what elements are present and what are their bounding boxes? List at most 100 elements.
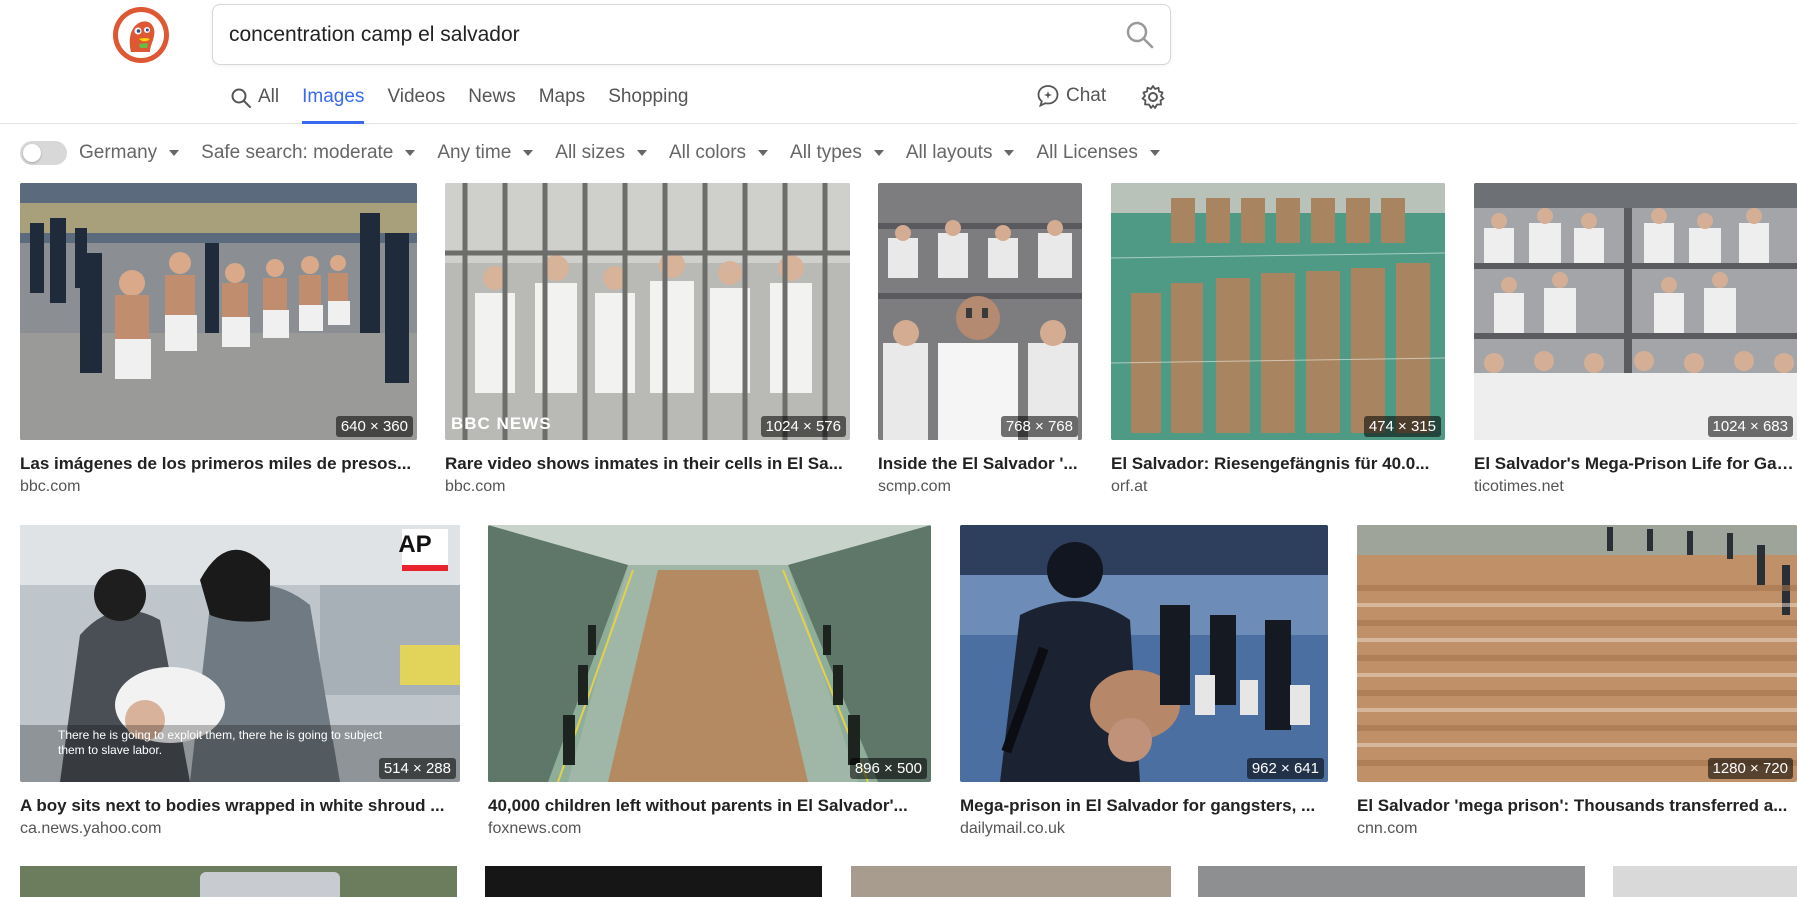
region-toggle[interactable] [20, 141, 67, 165]
chat-button[interactable]: Chat [1036, 84, 1106, 108]
tab-label: All [258, 86, 280, 107]
filter-bar: Germany Safe search: moderate Any time A… [0, 124, 1797, 182]
image-dimensions: 1024 × 576 [760, 416, 846, 437]
result-source[interactable]: dailymail.co.uk [960, 820, 1328, 838]
chevron-down-icon [405, 150, 416, 156]
result-source[interactable]: scmp.com [878, 478, 1082, 496]
result-title[interactable]: El Salvador: Riesengefängnis für 40.0... [1111, 454, 1445, 474]
duckduckgo-logo[interactable] [112, 6, 170, 64]
result-thumbnail[interactable] [1613, 866, 1797, 897]
filter-label: Safe search: moderate [201, 142, 394, 163]
chevron-down-icon [1004, 150, 1015, 156]
result-source[interactable]: bbc.com [20, 478, 417, 496]
image-result[interactable]: 640 × 360 Las imágenes de los primeros m… [20, 183, 417, 496]
color-filter[interactable]: All colors [668, 142, 769, 164]
size-filter[interactable]: All sizes [555, 142, 647, 164]
chevron-down-icon [523, 150, 534, 156]
chevron-down-icon [636, 150, 647, 156]
tab-label: News [468, 86, 516, 107]
result-thumbnail[interactable]: BBC NEWS 1024 × 576 [445, 183, 850, 440]
image-result[interactable]: 474 × 315 El Salvador: Riesengefängnis f… [1111, 183, 1445, 496]
result-title[interactable]: Mega-prison in El Salvador for gangsters… [960, 796, 1328, 816]
region-filter[interactable]: Germany [79, 142, 180, 164]
search-icon [231, 88, 251, 108]
results-row: AP There he is going to exploit them, th… [0, 525, 1797, 865]
result-thumbnail[interactable]: 1024 × 683 [1474, 183, 1797, 440]
filter-label: All colors [668, 142, 747, 163]
result-source[interactable]: orf.at [1111, 478, 1445, 496]
image-result[interactable]: 1280 × 720 El Salvador 'mega prison': Th… [1357, 525, 1797, 838]
result-thumbnail[interactable] [1198, 866, 1585, 897]
image-result[interactable]: 962 × 641 Mega-prison in El Salvador for… [960, 525, 1328, 838]
result-title[interactable]: El Salvador 'mega prison': Thousands tra… [1357, 796, 1797, 816]
type-filter[interactable]: All types [790, 142, 884, 164]
image-dimensions: 1280 × 720 [1707, 758, 1793, 779]
header: All Images Videos News Maps Shopping Cha… [0, 0, 1797, 124]
aerial-rows-of-prisoners-image [1111, 183, 1445, 440]
result-source[interactable]: ca.news.yahoo.com [20, 820, 460, 838]
image-dimensions: 768 × 768 [1000, 416, 1078, 437]
search-input[interactable] [229, 5, 1089, 64]
tab-all[interactable]: All [230, 80, 279, 124]
search-box [212, 4, 1171, 65]
video-caption: There he is going to exploit them, there… [58, 728, 383, 757]
result-title[interactable]: Las imágenes de los primeros miles de pr… [20, 454, 417, 474]
tab-maps[interactable]: Maps [539, 80, 585, 124]
image-dimensions: 640 × 360 [335, 416, 413, 437]
image-dimensions: 896 × 500 [849, 758, 927, 779]
filter-label: All layouts [905, 142, 993, 163]
image-dimensions: 962 × 641 [1246, 758, 1324, 779]
result-title[interactable]: Inside the El Salvador '... [878, 454, 1082, 474]
result-title[interactable]: A boy sits next to bodies wrapped in whi… [20, 796, 460, 816]
tab-label: Maps [538, 86, 586, 107]
chevron-down-icon [873, 150, 884, 156]
filter-label: Any time [437, 142, 512, 163]
tab-shopping[interactable]: Shopping [608, 80, 688, 124]
result-thumbnail[interactable] [20, 866, 457, 897]
safe-search-filter[interactable]: Safe search: moderate [201, 142, 416, 164]
image-dimensions: 474 × 315 [1363, 416, 1441, 437]
result-thumbnail[interactable]: 962 × 641 [960, 525, 1328, 782]
result-thumbnail[interactable]: 640 × 360 [20, 183, 417, 440]
tab-news[interactable]: News [468, 80, 516, 124]
result-title[interactable]: 40,000 children left without parents in … [488, 796, 931, 816]
license-filter[interactable]: All Licenses [1036, 142, 1160, 164]
result-source[interactable]: cnn.com [1357, 820, 1797, 838]
search-tabs: All Images Videos News Maps Shopping [230, 80, 711, 124]
tab-label: Shopping [608, 86, 689, 107]
chat-label: Chat [1066, 85, 1107, 106]
result-title[interactable]: Rare video shows inmates in their cells … [445, 454, 850, 474]
officers-escorting-prisoners-image [20, 183, 417, 440]
search-icon[interactable] [1124, 19, 1156, 51]
layout-filter[interactable]: All layouts [906, 142, 1015, 164]
tab-videos[interactable]: Videos [387, 80, 445, 124]
inmates-behind-bars-image [445, 183, 850, 440]
filter-label: Germany [79, 142, 158, 163]
tab-label: Images [302, 86, 365, 107]
result-thumbnail[interactable]: 474 × 315 [1111, 183, 1445, 440]
result-thumbnail[interactable]: 768 × 768 [878, 183, 1082, 440]
result-thumbnail[interactable]: AP There he is going to exploit them, th… [20, 525, 460, 782]
result-source[interactable]: foxnews.com [488, 820, 931, 838]
image-result[interactable]: 1024 × 683 El Salvador's Mega-Prison Lif… [1474, 183, 1797, 496]
chat-icon [1037, 85, 1059, 108]
image-result[interactable]: AP There he is going to exploit them, th… [20, 525, 460, 838]
chevron-down-icon [169, 150, 180, 156]
image-result[interactable]: 896 × 500 40,000 children left without p… [488, 525, 931, 838]
settings-gear-icon[interactable] [1140, 84, 1166, 110]
result-thumbnail[interactable]: 1280 × 720 [1357, 525, 1797, 782]
result-thumbnail[interactable]: 896 × 500 [488, 525, 931, 782]
tab-images[interactable]: Images [302, 80, 365, 124]
image-dimensions: 1024 × 683 [1707, 416, 1793, 437]
ap-watermark: AP [398, 531, 432, 558]
result-thumbnail[interactable] [851, 866, 1171, 897]
image-result[interactable]: BBC NEWS 1024 × 576 Rare video shows inm… [445, 183, 850, 496]
result-source[interactable]: bbc.com [445, 478, 850, 496]
time-filter[interactable]: Any time [437, 142, 534, 164]
result-thumbnail[interactable] [485, 866, 822, 897]
result-source[interactable]: ticotimes.net [1474, 478, 1797, 496]
image-result[interactable]: 768 × 768 Inside the El Salvador '... sc… [878, 183, 1082, 496]
crowded-cell-bunks-image [1474, 183, 1797, 440]
result-title[interactable]: El Salvador's Mega-Prison Life for Gan..… [1474, 454, 1797, 474]
bbc-news-watermark: BBC NEWS [451, 414, 552, 433]
